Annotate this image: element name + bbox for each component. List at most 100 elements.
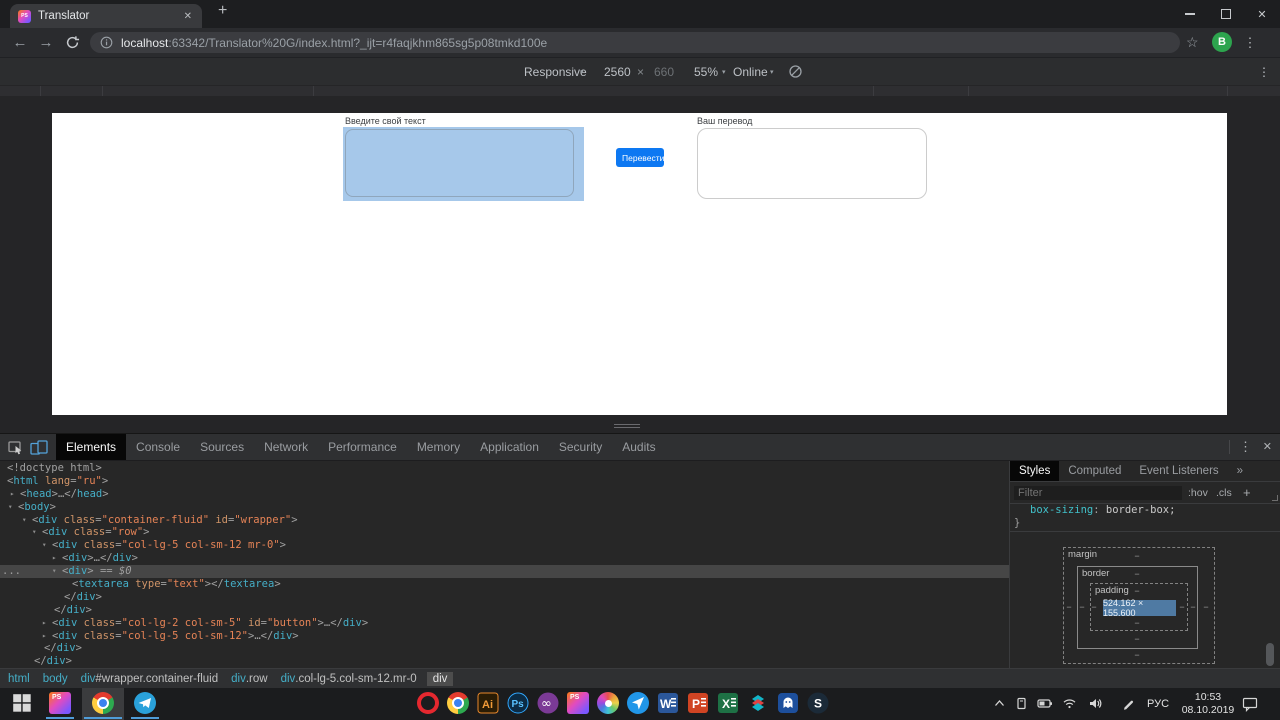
expand-arrow-icon[interactable]: ▸ <box>42 617 47 630</box>
site-info-icon[interactable] <box>100 36 113 49</box>
tray-device-icon[interactable] <box>1014 696 1029 711</box>
collapse-arrow-icon[interactable]: ▾ <box>42 539 47 552</box>
boxmodel-content-size[interactable]: 524.162 × 155.600 <box>1103 598 1176 618</box>
viewport-width-input[interactable]: 2560 <box>604 58 631 85</box>
css-rule[interactable]: box-sizing: border-box; } <box>1010 504 1280 530</box>
border-bottom-value[interactable]: − <box>1132 634 1142 644</box>
toggle-pseudo-button[interactable]: :hov <box>1188 482 1208 504</box>
taskbar-windows-start-icon[interactable] <box>11 692 33 714</box>
breadcrumb-item[interactable]: html <box>8 673 30 685</box>
zoom-select[interactable]: 55% <box>694 58 718 85</box>
devtools-menu-icon[interactable]: ⋮ <box>1239 434 1252 460</box>
breadcrumb-item[interactable]: div #wrapper.container-fluid <box>81 673 218 685</box>
taskbar-ghost-app-icon[interactable] <box>777 692 799 714</box>
padding-left-value[interactable]: − <box>1089 602 1099 612</box>
toggle-classes-button[interactable]: .cls <box>1216 482 1232 504</box>
taskbar-telegram-icon[interactable] <box>134 692 156 714</box>
browser-menu-icon[interactable]: ⋮ <box>1242 28 1258 57</box>
styles-tab-event-listeners[interactable]: Event Listeners <box>1130 461 1227 481</box>
action-center-icon[interactable] <box>1242 696 1258 712</box>
throttling-dropdown-icon[interactable]: ▾ <box>770 58 774 85</box>
breadcrumb-item[interactable]: div <box>426 671 454 686</box>
styles-filter-input[interactable] <box>1014 486 1182 500</box>
device-type-select[interactable]: Responsive <box>524 58 587 85</box>
restore-button[interactable] <box>1208 0 1244 28</box>
dom-tree-node[interactable]: </div> <box>0 591 1009 604</box>
throttling-select[interactable]: Online <box>733 58 768 85</box>
dom-tree-node-selected[interactable]: ... ▾ <div> == $0 <box>0 565 1009 579</box>
viewport-height-input[interactable]: 660 <box>654 58 674 85</box>
taskbar-photoshop-icon[interactable]: Ps <box>507 692 529 714</box>
devtools-tab-performance[interactable]: Performance <box>318 434 407 460</box>
inspect-element-icon[interactable] <box>8 440 24 455</box>
rotate-viewport-icon[interactable] <box>788 58 803 85</box>
taskbar-phpstorm-icon[interactable]: PS <box>49 692 71 714</box>
collapse-arrow-icon[interactable]: ▾ <box>22 514 27 527</box>
taskbar-visual-studio-icon[interactable]: ∞ <box>537 692 559 714</box>
tab-close-icon[interactable]: ✕ <box>182 11 194 22</box>
windows-ink-pen-icon[interactable] <box>1121 696 1136 711</box>
url-text[interactable]: localhost:63342/Translator%20G/index.htm… <box>121 36 547 50</box>
translation-textarea[interactable] <box>697 128 927 199</box>
address-bar[interactable]: localhost:63342/Translator%20G/index.htm… <box>90 32 1180 53</box>
taskbar-word-icon[interactable]: W <box>657 692 679 714</box>
devtools-tab-memory[interactable]: Memory <box>407 434 470 460</box>
new-tab-button[interactable]: + <box>218 2 227 20</box>
taskbar-phpstorm-pinned-icon[interactable]: PS <box>567 692 589 714</box>
padding-right-value[interactable]: − <box>1177 602 1187 612</box>
margin-top-value[interactable]: − <box>1132 551 1142 561</box>
padding-bottom-value[interactable]: − <box>1132 618 1142 628</box>
more-tabs-icon[interactable]: » <box>1228 461 1252 481</box>
dom-tree-node[interactable]: ▸ <div class="col-lg-2 col-sm-5" id="butt… <box>0 617 1009 630</box>
dom-tree-node[interactable]: ▸ <head>…</head> <box>0 488 1009 501</box>
collapse-arrow-icon[interactable]: ▾ <box>32 526 37 539</box>
dom-tree-node[interactable]: ▾ <div class="col-lg-5 col-sm-12 mr-0"> <box>0 539 1009 552</box>
language-indicator[interactable]: РУС <box>1147 688 1169 720</box>
minimize-button[interactable] <box>1172 0 1208 28</box>
margin-right-value[interactable]: − <box>1201 602 1211 612</box>
battery-icon[interactable] <box>1037 696 1053 711</box>
border-top-value[interactable]: − <box>1132 569 1142 579</box>
breadcrumb-item[interactable]: body <box>43 673 68 685</box>
devtools-tab-security[interactable]: Security <box>549 434 612 460</box>
resize-grip-icon[interactable] <box>1272 495 1278 501</box>
source-textarea[interactable] <box>345 129 574 197</box>
styles-tab-styles[interactable]: Styles <box>1010 461 1060 481</box>
padding-top-value[interactable]: − <box>1132 586 1142 596</box>
taskbar-color-wheel-app-icon[interactable] <box>597 692 619 714</box>
taskbar-chrome-secondary-icon[interactable] <box>447 692 469 714</box>
margin-bottom-value[interactable]: − <box>1132 650 1142 660</box>
close-button[interactable]: ✕ <box>1244 0 1280 28</box>
dom-tree-node[interactable]: ▸ <div>…</div> <box>0 552 1009 565</box>
css-value[interactable]: border-box; <box>1106 504 1176 516</box>
dom-tree-node[interactable]: </div> <box>0 655 1009 668</box>
back-icon[interactable]: ← <box>8 28 32 57</box>
taskbar-dark-s-app-icon[interactable]: S <box>807 692 829 714</box>
expand-arrow-icon[interactable]: ▸ <box>42 630 47 643</box>
dom-tree-node[interactable]: </div> <box>0 604 1009 617</box>
translate-button[interactable]: Перевести <box>616 148 664 167</box>
reload-icon[interactable] <box>60 28 84 57</box>
dom-tree-node[interactable]: <textarea type="text"></textarea> <box>0 578 1009 591</box>
dom-tree-node[interactable]: ▾ <div class="container-fluid" id="wrappe… <box>0 514 1009 527</box>
tray-expand-icon[interactable] <box>992 696 1007 711</box>
volume-icon[interactable] <box>1088 696 1103 711</box>
styles-tab-computed[interactable]: Computed <box>1059 461 1130 481</box>
clock[interactable]: 10:53 08.10.2019 <box>1180 691 1236 717</box>
devtools-tab-application[interactable]: Application <box>470 434 549 460</box>
styles-scrollbar-thumb[interactable] <box>1266 643 1274 666</box>
margin-left-value[interactable]: − <box>1064 602 1074 612</box>
devtools-tab-audits[interactable]: Audits <box>612 434 665 460</box>
wifi-icon[interactable] <box>1062 696 1077 711</box>
devtools-tab-elements[interactable]: Elements <box>56 434 127 460</box>
taskbar-navigator-app-icon[interactable] <box>627 692 649 714</box>
border-left-value[interactable]: − <box>1077 602 1087 612</box>
dom-tree-node[interactable]: <html lang="ru"> <box>0 475 1009 488</box>
taskbar-excel-icon[interactable]: X <box>717 692 739 714</box>
dom-tree-node[interactable]: ▾ <body> <box>0 501 1009 514</box>
taskbar-illustrator-icon[interactable]: Ai <box>477 692 499 714</box>
dom-tree-node[interactable]: ▾ <div class="row"> <box>0 526 1009 539</box>
dom-tree-node[interactable]: ▸ <div class="col-lg-5 col-sm-12">…</div> <box>0 630 1009 643</box>
devtools-tab-console[interactable]: Console <box>126 434 190 460</box>
dom-tree-node[interactable]: <!doctype html> <box>0 462 1009 475</box>
